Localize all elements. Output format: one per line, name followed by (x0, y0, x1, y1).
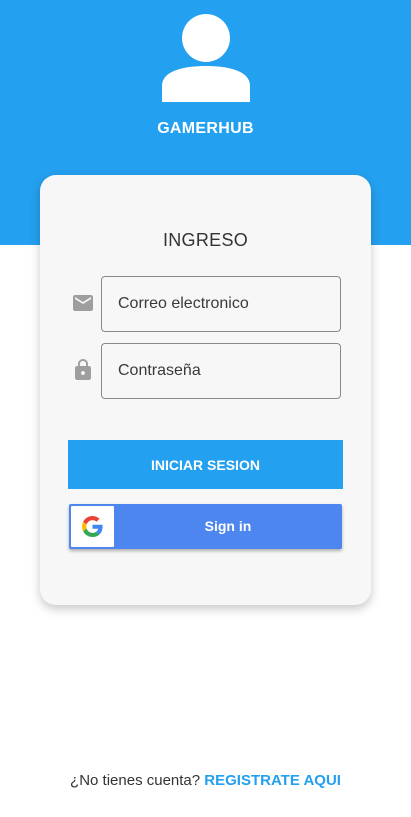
app-title: GAMERHUB (157, 120, 254, 137)
lock-icon (75, 359, 91, 380)
login-button[interactable]: INICIAR SESION (68, 440, 343, 489)
google-logo-box (71, 506, 114, 547)
login-card: INGRESO INICIAR SESION Sign in (40, 175, 371, 605)
register-link[interactable]: REGISTRATE AQUI (204, 772, 341, 789)
google-sign-in-button[interactable]: Sign in (69, 504, 342, 549)
register-prompt-text: ¿No tienes cuenta? (70, 772, 201, 789)
password-field[interactable] (101, 343, 341, 399)
google-sign-in-label: Sign in (204, 518, 252, 534)
email-field[interactable] (101, 276, 341, 332)
user-avatar-icon (162, 14, 250, 102)
mail-icon (73, 295, 93, 311)
login-title: INGRESO (162, 230, 249, 250)
register-prompt: ¿No tienes cuenta? REGISTRATE AQUI (0, 772, 411, 789)
google-icon (82, 516, 103, 537)
